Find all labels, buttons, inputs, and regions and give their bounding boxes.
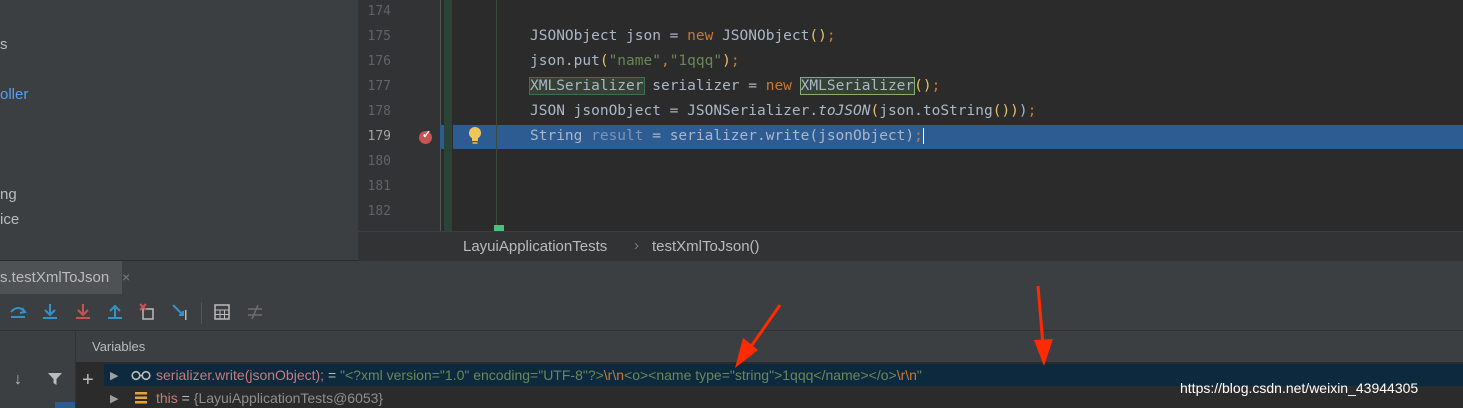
variable-equals: = — [324, 367, 341, 383]
variables-header: Variables — [76, 331, 1463, 363]
line-number: 175 — [367, 29, 391, 44]
down-arrow-icon[interactable]: ↓ — [14, 371, 22, 389]
execution-line-marker — [440, 125, 444, 149]
variable-value-escape: \r\n — [896, 367, 917, 383]
gutter-divider — [440, 0, 441, 231]
project-tree-item[interactable]: ng — [0, 186, 17, 203]
field-icon — [135, 392, 147, 404]
code-token: json.put — [530, 53, 600, 69]
step-into-icon[interactable] — [40, 302, 60, 322]
code-token: ) — [1018, 103, 1028, 119]
line-number: 177 — [367, 79, 391, 94]
editor-gutter[interactable]: 174 175 176 177 178 179 180 181 182 ✓ — [358, 0, 440, 231]
variable-line: this = {LayuiApplicationTests@6053} — [156, 390, 383, 406]
code-paren: ( — [870, 103, 880, 119]
force-step-into-icon[interactable] — [73, 302, 93, 322]
code-string: "1qqq" — [669, 53, 723, 69]
code-token: ; — [931, 78, 941, 94]
code-paren: ()) — [992, 103, 1019, 119]
line-number: 181 — [367, 179, 391, 194]
line-number: 174 — [367, 4, 391, 19]
code-line-176[interactable]: json.put("name","1qqq"); — [530, 53, 740, 69]
code-unused-variable: result — [591, 128, 644, 144]
variable-value-part: "<?xml version="1.0" encoding="UTF-8"?> — [340, 367, 604, 383]
code-keyword: new — [765, 78, 792, 94]
code-token: JSONObject json = — [530, 28, 688, 44]
project-tree-item[interactable]: ice — [0, 211, 19, 228]
code-keyword: new — [687, 28, 714, 44]
code-highlighted-type: XMLSerializer — [799, 77, 916, 95]
code-line-178[interactable]: JSON jsonObject = JSONSerializer.toJSON(… — [530, 103, 1036, 119]
step-out-icon[interactable] — [105, 302, 125, 322]
drop-frame-icon[interactable] — [138, 302, 158, 322]
line-number: 180 — [367, 154, 391, 169]
code-paren: ) — [722, 53, 731, 69]
toolbar-separator — [201, 302, 202, 324]
code-token: , — [660, 53, 670, 69]
code-token: ; — [1027, 103, 1037, 119]
variable-value-part: " — [916, 367, 922, 383]
code-editor[interactable]: 174 175 176 177 178 179 180 181 182 ✓ JS… — [358, 0, 1463, 231]
debug-tab-bar: s.testXmlToJson × — [0, 261, 1463, 295]
expand-arrow-icon[interactable]: ▶ — [110, 369, 118, 382]
code-static-call: toJSON — [818, 103, 871, 119]
expand-arrow-icon[interactable]: ▶ — [110, 392, 118, 405]
code-paren: () — [914, 78, 932, 94]
variable-line: serializer.write(jsonObject); = "<?xml v… — [156, 367, 922, 383]
code-line-177[interactable]: XMLSerializer serializer = new XMLSerial… — [529, 77, 941, 95]
code-token: json.toString — [879, 103, 993, 119]
line-number-current: 179 — [367, 129, 391, 144]
line-number: 178 — [367, 104, 391, 119]
selected-frame-marker — [55, 402, 75, 408]
code-token: String — [530, 128, 592, 144]
variable-value-part: {LayuiApplicationTests@6053} — [193, 390, 384, 406]
add-watch-button[interactable]: + — [82, 369, 94, 392]
variable-name: this — [156, 390, 178, 406]
code-token: JSON jsonObject = JSONSerializer. — [530, 103, 819, 119]
line-number: 182 — [367, 204, 391, 219]
step-over-icon[interactable] — [8, 302, 28, 322]
vcs-change-bar — [444, 0, 452, 231]
breadcrumb-item-method[interactable]: testXmlToJson() — [652, 238, 760, 255]
tab-debug-session-label[interactable]: s.testXmlToJson — [0, 269, 109, 286]
variables-title: Variables — [92, 339, 146, 354]
evaluate-expression-icon[interactable] — [212, 302, 232, 322]
frames-panel: ↓ — [0, 331, 76, 408]
code-line-179[interactable]: String result = serializer.write(jsonObj… — [530, 128, 924, 144]
breadcrumb-item-class[interactable]: LayuiApplicationTests — [463, 238, 607, 255]
code-paren: ( — [599, 53, 609, 69]
watermark-text: https://blog.csdn.net/weixin_43944305 — [1180, 380, 1419, 396]
code-token: ; — [730, 53, 740, 69]
trace-icon[interactable] — [245, 302, 265, 322]
tab-close-icon[interactable]: × — [122, 269, 130, 285]
variable-value-part: <o><name type="string">1qqq</name></o> — [624, 367, 897, 383]
variable-value-escape: \r\n — [603, 367, 625, 383]
code-token: JSONObject — [713, 28, 810, 44]
run-to-cursor-icon[interactable] — [170, 302, 190, 322]
code-token: ; — [826, 28, 836, 44]
breadcrumb-separator: › — [634, 237, 639, 254]
indent-guide — [496, 0, 497, 231]
breakpoint-check-icon: ✓ — [422, 129, 432, 141]
project-tree-item[interactable]: s — [0, 36, 8, 53]
code-token: = serializer.write(jsonObject) — [643, 128, 915, 144]
project-tree-panel: s oller ng ice — [0, 0, 358, 260]
code-highlighted-type: XMLSerializer — [529, 77, 645, 95]
code-token: ; — [914, 128, 923, 144]
variable-equals: = — [177, 390, 194, 406]
line-number: 176 — [367, 54, 391, 69]
code-line-175[interactable]: JSONObject json = new JSONObject(); — [530, 28, 836, 44]
code-token: serializer = — [643, 78, 766, 94]
breadcrumb: LayuiApplicationTests › testXmlToJson() — [358, 231, 1463, 262]
variable-name: serializer.write(jsonObject); — [156, 367, 325, 383]
text-caret — [922, 128, 924, 144]
watch-icon — [131, 370, 151, 381]
filter-icon[interactable] — [47, 371, 63, 387]
lightbulb-icon[interactable] — [468, 126, 482, 146]
code-paren: () — [809, 28, 827, 44]
debug-toolbar — [0, 294, 1463, 331]
project-tree-item[interactable]: oller — [0, 86, 28, 103]
code-string: "name" — [608, 53, 661, 69]
